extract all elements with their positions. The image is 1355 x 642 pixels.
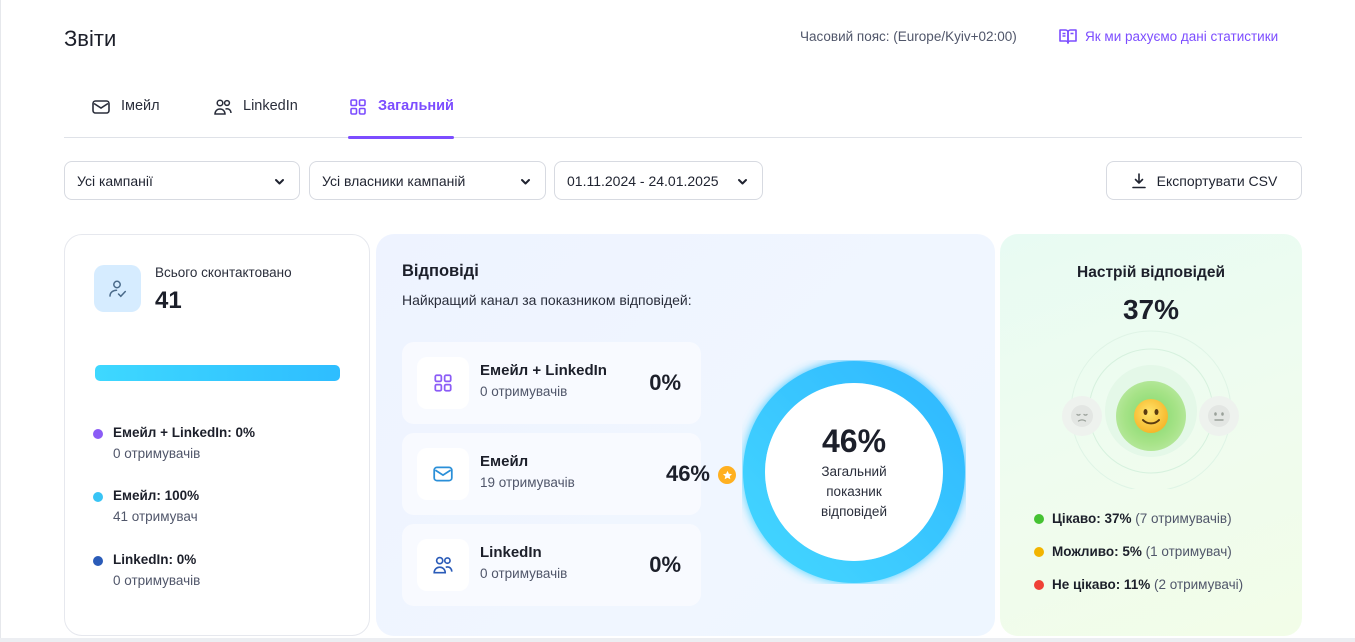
mood-legend-detail: (1 отримувач) <box>1145 544 1232 559</box>
legend-sub: 0 отримувачів <box>113 573 201 588</box>
channel-reply-rate: 0% <box>649 552 681 577</box>
report-tabs: Імейл LinkedIn Загальний <box>64 92 1302 139</box>
date-range-value: 01.11.2024 - 24.01.2025 <box>567 172 719 189</box>
timezone-label: Часовий пояс: (Europe/Kyiv+02:00) <box>800 29 1017 44</box>
mood-legend-maybe: Можливо: 5% (1 отримувач) <box>1034 544 1232 559</box>
channel-email-linkedin: Емейл + LinkedIn 0 отримувачів 0% <box>402 342 701 424</box>
star-icon <box>722 470 732 479</box>
mood-value: 37% <box>1122 294 1180 325</box>
replies-card: Відповіді Найкращий канал за показником … <box>376 234 995 636</box>
legend-sub: 0 отримувачів <box>113 446 201 461</box>
date-range-select[interactable]: 01.11.2024 - 24.01.2025 <box>554 161 763 200</box>
campaigns-select-value: Усі кампанії <box>77 172 153 189</box>
tab-general[interactable]: Загальний <box>348 92 454 139</box>
tab-linkedin-label: LinkedIn <box>243 98 298 114</box>
channel-recipients: 0 отримувачів <box>480 384 568 399</box>
smile-face-icon <box>1134 399 1168 433</box>
replies-title: Відповіді <box>402 262 479 280</box>
legend-dot <box>93 556 103 566</box>
contacted-value: 41 <box>155 287 182 314</box>
users-icon <box>433 556 453 574</box>
mood-legend-detail: (7 отримувачів) <box>1135 511 1232 526</box>
legend-title: LinkedIn: 0% <box>113 552 197 567</box>
tab-general-label: Загальний <box>378 98 454 114</box>
contacted-label: Всього сконтактовано <box>155 265 292 280</box>
best-channel-star-icon <box>718 466 736 484</box>
mood-not-interested-face <box>1062 396 1102 436</box>
legend-title: Емейл: 100% <box>113 488 200 503</box>
how-we-count-label: Як ми рахуємо дані статистики <box>1085 28 1279 44</box>
bottom-border <box>0 638 1355 642</box>
mood-legend-interested: Цікаво: 37% (7 отримувачів) <box>1034 511 1232 526</box>
channel-linkedin: LinkedIn 0 отримувачів 0% <box>402 524 701 606</box>
users-icon <box>214 99 232 115</box>
channel-icon-box <box>417 357 469 409</box>
legend-sub: 41 отримувач <box>113 509 198 524</box>
channel-reply-rate: 46% <box>665 461 710 486</box>
mood-legend-not-interested: Не цікаво: 11% (2 отримувачі) <box>1034 577 1243 592</box>
mail-icon <box>433 466 453 482</box>
chevron-down-icon <box>275 179 284 185</box>
channel-icon-box <box>417 539 469 591</box>
mood-card: Настрій відповідей 37% Цікаво: 37% (7 от… <box>1000 234 1302 636</box>
legend-dot <box>93 429 103 439</box>
export-csv-label: Експортувати CSV <box>1156 172 1278 189</box>
replies-subtitle: Найкращий канал за показником відповідей… <box>402 292 692 308</box>
how-we-count-link[interactable]: Як ми рахуємо дані статистики <box>1058 27 1278 45</box>
legend-title: Емейл + LinkedIn: 0% <box>113 425 256 440</box>
mood-interested-face <box>1116 381 1186 451</box>
grid-icon <box>350 99 366 115</box>
chevron-down-icon <box>521 179 530 185</box>
tab-email-label: Імейл <box>121 98 160 114</box>
legend-dot <box>1034 580 1044 590</box>
chevron-down-icon <box>738 179 747 185</box>
contacted-card: Всього сконтактовано 41 Емейл + LinkedIn… <box>64 234 370 636</box>
mail-icon <box>92 100 110 114</box>
page-title: Звіти <box>64 26 117 51</box>
channel-reply-rate: 0% <box>649 370 681 395</box>
contact-icon-box <box>94 265 141 312</box>
user-check-icon <box>108 280 126 297</box>
download-icon <box>1131 172 1146 188</box>
mood-maybe-face <box>1199 396 1239 436</box>
left-border <box>0 0 1 642</box>
overall-reply-rate-value: 46% <box>821 422 887 459</box>
neutral-face-icon <box>1208 405 1230 427</box>
channel-recipients: 0 отримувачів <box>480 566 568 581</box>
channel-recipients: 19 отримувачів <box>480 475 575 490</box>
sad-face-icon <box>1071 405 1093 427</box>
legend-dot <box>1034 514 1044 524</box>
owners-select-value: Усі власники кампаній <box>322 172 466 189</box>
mood-legend-label: Можливо: 5% <box>1052 544 1142 559</box>
owners-select[interactable]: Усі власники кампаній <box>309 161 546 200</box>
grid-icon <box>434 374 452 392</box>
channel-name: Емейл + LinkedIn <box>480 362 607 379</box>
mood-legend-detail: (2 отримувачі) <box>1153 577 1244 592</box>
overall-reply-rate-label: Загальний показник відповідей <box>821 463 887 519</box>
legend-dot <box>1034 547 1044 557</box>
mood-legend-label: Не цікаво: 11% <box>1052 577 1151 592</box>
channel-name: LinkedIn <box>480 544 542 561</box>
tab-email[interactable]: Імейл <box>91 92 160 138</box>
book-icon <box>1059 29 1077 44</box>
overall-reply-rate: 46% Загальний показник відповідей <box>742 360 966 584</box>
channel-icon-box <box>417 448 469 500</box>
channel-distribution-bar <box>95 365 340 381</box>
export-csv-button[interactable]: Експортувати CSV <box>1106 161 1302 200</box>
channel-name: Емейл <box>480 453 529 470</box>
channel-email: Емейл 19 отримувачів 46% <box>402 433 736 515</box>
legend-dot <box>93 492 103 502</box>
tab-linkedin[interactable]: LinkedIn <box>213 92 298 138</box>
campaigns-select[interactable]: Усі кампанії <box>64 161 300 200</box>
mood-legend-label: Цікаво: 37% <box>1052 511 1132 526</box>
mood-title: Настрій відповідей <box>1077 264 1225 281</box>
